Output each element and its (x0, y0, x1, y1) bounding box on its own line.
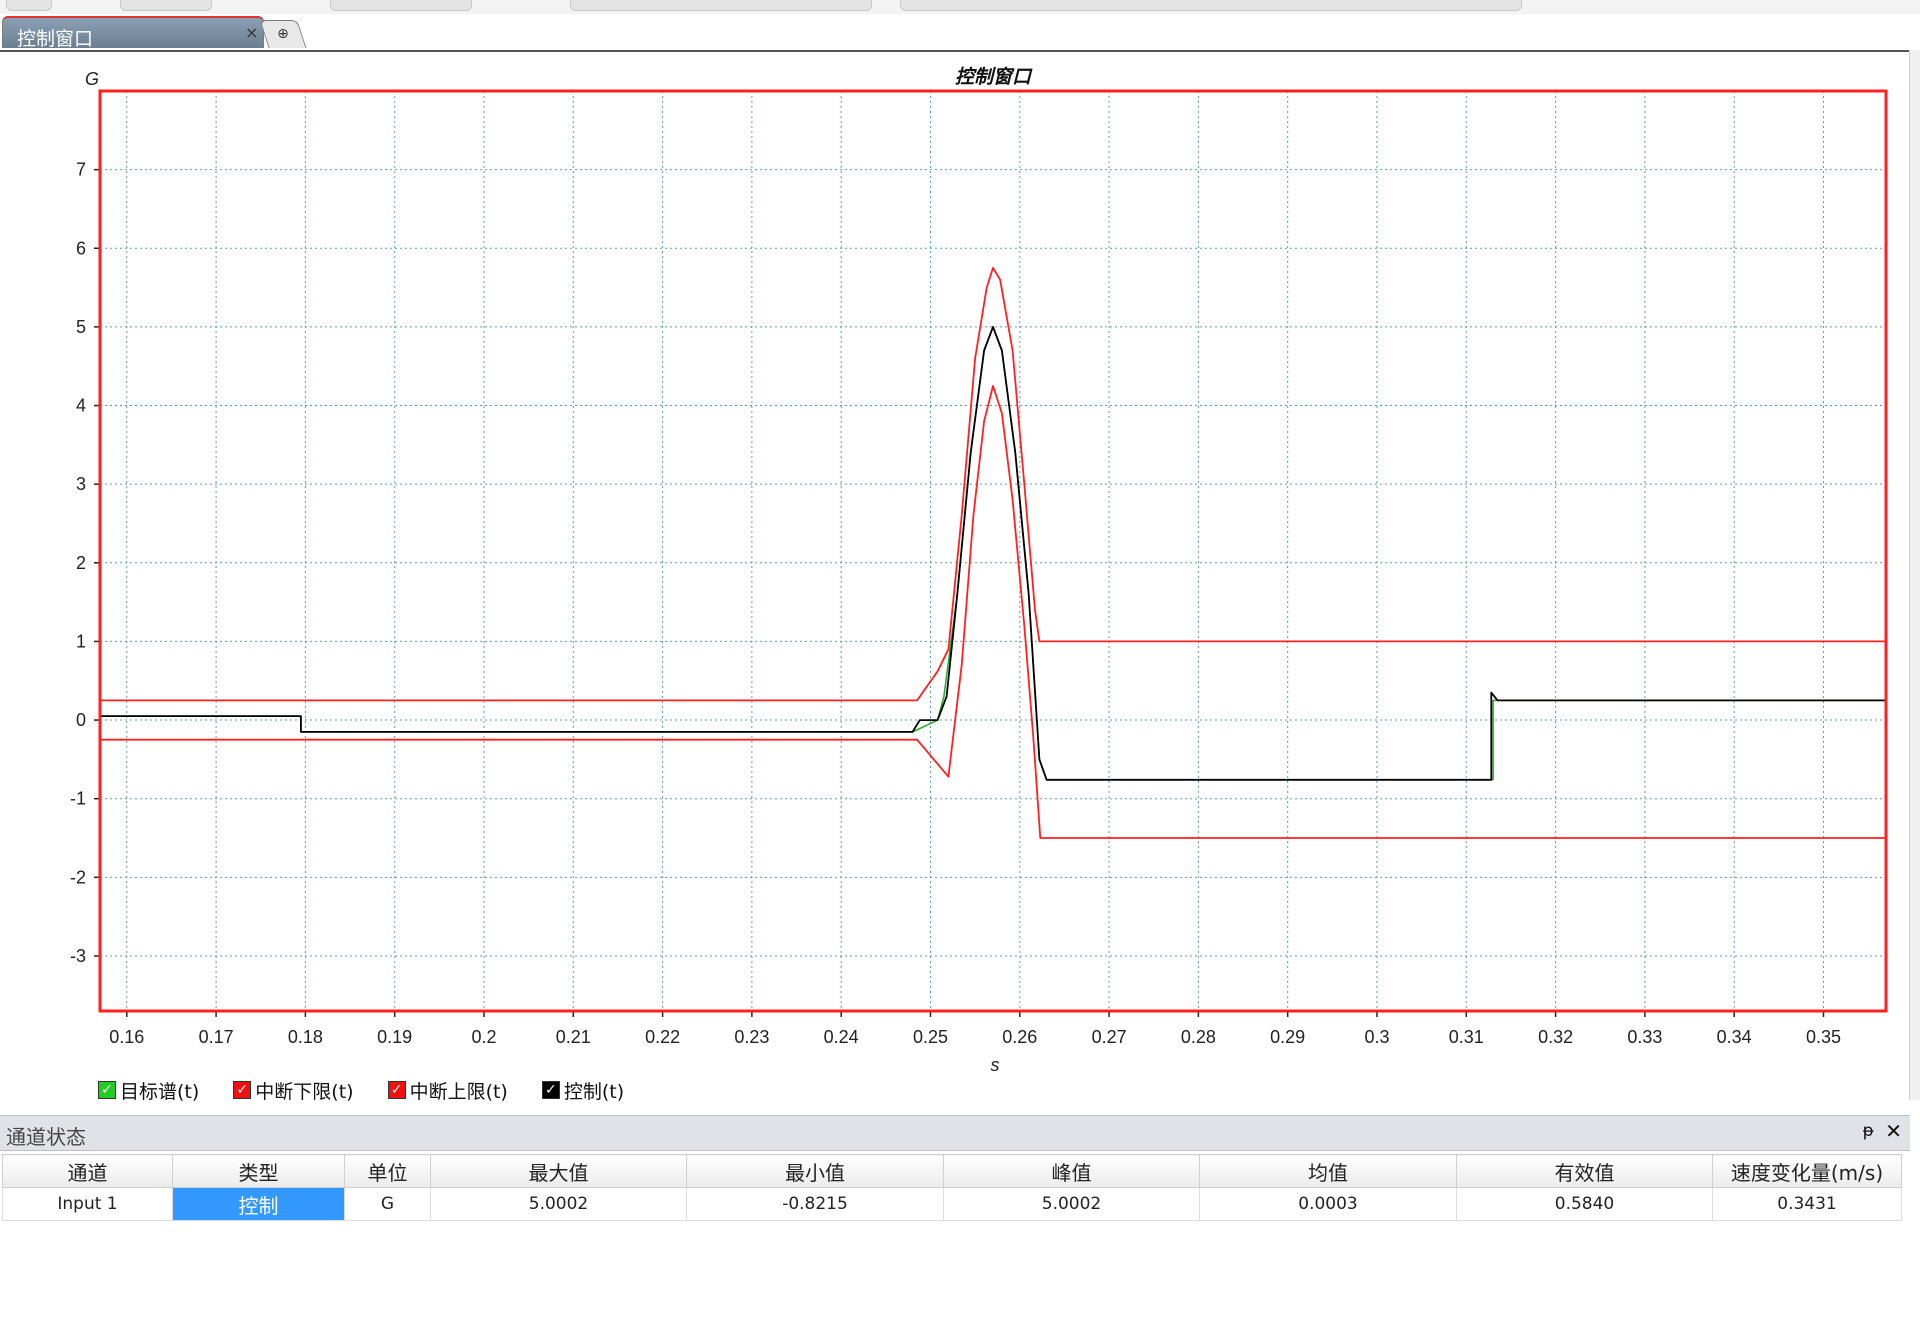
x-tick-label: 0.31 (1449, 1027, 1484, 1047)
x-tick-label: 0.22 (645, 1027, 680, 1047)
x-tick-label: 0.17 (199, 1027, 234, 1047)
y-tick-label: -2 (70, 867, 86, 887)
col-header-rms[interactable]: 有效值 (1456, 1154, 1713, 1188)
channel-status-panel: 通道状态 ᵽ ✕ 通道 类型 单位 最大值 最小值 峰值 均值 有效值 速度变化… (0, 1115, 1910, 1322)
x-tick-label: 0.21 (556, 1027, 591, 1047)
x-tick-label: 0.23 (734, 1027, 769, 1047)
series-target-line (100, 326, 1886, 781)
y-axis-unit: G (85, 69, 99, 89)
x-tick-label: 0.2 (471, 1027, 496, 1047)
y-tick-label: 1 (76, 631, 86, 651)
x-tick-label: 0.19 (377, 1027, 412, 1047)
col-header-channel[interactable]: 通道 (2, 1154, 173, 1188)
series-upper-limit-line (100, 266, 1886, 702)
top-toolbar-strip (0, 0, 1920, 15)
series-control-line (100, 325, 1886, 781)
x-axis-unit: s (991, 1055, 1000, 1072)
x-tick-label: 0.16 (109, 1027, 144, 1047)
table-row[interactable]: Input 1 控制 G 5.0002 -0.8215 5.0002 0.000… (2, 1187, 1902, 1221)
tab-title: 控制窗口 (17, 28, 94, 50)
cell-type[interactable]: 控制 (172, 1187, 345, 1221)
x-tick-label: 0.34 (1717, 1027, 1752, 1047)
cell-rms[interactable]: 0.5840 (1456, 1187, 1713, 1221)
new-tab-button[interactable]: ⊕ (259, 20, 307, 48)
legend-label-lower-limit: 中断下限(t) (255, 1080, 354, 1103)
new-tab-icon: ⊕ (277, 26, 289, 42)
panel-close-icon[interactable]: ✕ (1885, 1119, 1902, 1143)
col-header-min[interactable]: 最小值 (686, 1154, 944, 1188)
legend-checkbox-upper-limit[interactable]: ✓ (387, 1081, 406, 1099)
chart-legend: ✓ 目标谱(t) ✓ 中断下限(t) ✓ 中断上限(t) ✓ 控制(t) (98, 1075, 624, 1105)
x-tick-label: 0.32 (1538, 1027, 1573, 1047)
cell-peak[interactable]: 5.0002 (943, 1187, 1200, 1221)
x-tick-label: 0.25 (913, 1027, 948, 1047)
y-tick-label: 5 (76, 317, 86, 337)
legend-checkbox-lower-limit[interactable]: ✓ (233, 1081, 252, 1099)
cell-velocity-change[interactable]: 0.3431 (1712, 1187, 1902, 1221)
legend-label-upper-limit: 中断上限(t) (409, 1080, 508, 1103)
cell-unit[interactable]: G (344, 1187, 431, 1221)
legend-item-control[interactable]: ✓ 控制(t) (541, 1075, 625, 1105)
channel-status-table: 通道 类型 单位 最大值 最小值 峰值 均值 有效值 速度变化量(m/s) In… (2, 1154, 1902, 1221)
y-tick-label: -1 (70, 789, 86, 809)
col-header-type[interactable]: 类型 (172, 1154, 345, 1188)
y-tick-label: -3 (70, 946, 86, 966)
legend-checkbox-target[interactable]: ✓ (98, 1081, 116, 1099)
cell-channel[interactable]: Input 1 (2, 1187, 173, 1221)
legend-item-upper-limit[interactable]: ✓ 中断上限(t) (387, 1075, 508, 1105)
x-tick-label: 0.24 (824, 1027, 859, 1047)
x-tick-label: 0.27 (1092, 1027, 1127, 1047)
x-tick-label: 0.33 (1627, 1027, 1662, 1047)
x-tick-label: 0.29 (1270, 1027, 1305, 1047)
x-tick-label: 0.26 (1002, 1027, 1037, 1047)
col-header-peak[interactable]: 峰值 (943, 1154, 1200, 1188)
y-tick-label: 3 (76, 474, 86, 494)
legend-label-control: 控制(t) (563, 1080, 625, 1103)
cell-mean[interactable]: 0.0003 (1199, 1187, 1457, 1221)
col-header-max[interactable]: 最大值 (430, 1154, 687, 1188)
document-tab-bar: 控制窗口 × ⊕ (0, 14, 1920, 52)
series-lower-limit-line (100, 384, 1886, 839)
control-chart: 0.16 0.17 0.18 0.19 0.2 0.21 0.22 0.23 0.24 0.25 0… (70, 66, 1888, 1072)
pin-icon[interactable]: ᵽ (1863, 1121, 1874, 1141)
x-tick-label: 0.3 (1364, 1027, 1389, 1047)
plot-frame (98, 89, 1888, 1013)
cell-max[interactable]: 5.0002 (430, 1187, 687, 1221)
table-header-row: 通道 类型 单位 最大值 最小值 峰值 均值 有效值 速度变化量(m/s) (2, 1154, 1902, 1188)
y-tick-label: 7 (76, 160, 86, 180)
cell-min[interactable]: -0.8215 (686, 1187, 944, 1221)
y-tick-label: 4 (76, 396, 86, 416)
y-tick-label: 6 (76, 238, 86, 258)
x-tick-label: 0.18 (288, 1027, 323, 1047)
chart-title: 控制窗口 (955, 66, 1033, 88)
legend-label-target: 目标谱(t) (120, 1080, 200, 1103)
tab-control-window[interactable]: 控制窗口 × (2, 16, 264, 50)
panel-header: 通道状态 ᵽ ✕ (0, 1116, 1910, 1151)
col-header-unit[interactable]: 单位 (344, 1154, 431, 1188)
col-header-velocity-change[interactable]: 速度变化量(m/s) (1712, 1154, 1902, 1188)
panel-title: 通道状态 (6, 1125, 86, 1149)
legend-item-lower-limit[interactable]: ✓ 中断下限(t) (233, 1075, 354, 1105)
y-tick-label: 2 (76, 553, 86, 573)
x-tick-label: 0.28 (1181, 1027, 1216, 1047)
legend-item-target[interactable]: ✓ 目标谱(t) (98, 1075, 199, 1105)
x-tick-label: 0.35 (1806, 1027, 1841, 1047)
y-tick-label: 0 (76, 710, 86, 730)
col-header-mean[interactable]: 均值 (1199, 1154, 1457, 1188)
tab-close-icon[interactable]: × (245, 23, 258, 42)
legend-checkbox-control[interactable]: ✓ (541, 1081, 560, 1099)
